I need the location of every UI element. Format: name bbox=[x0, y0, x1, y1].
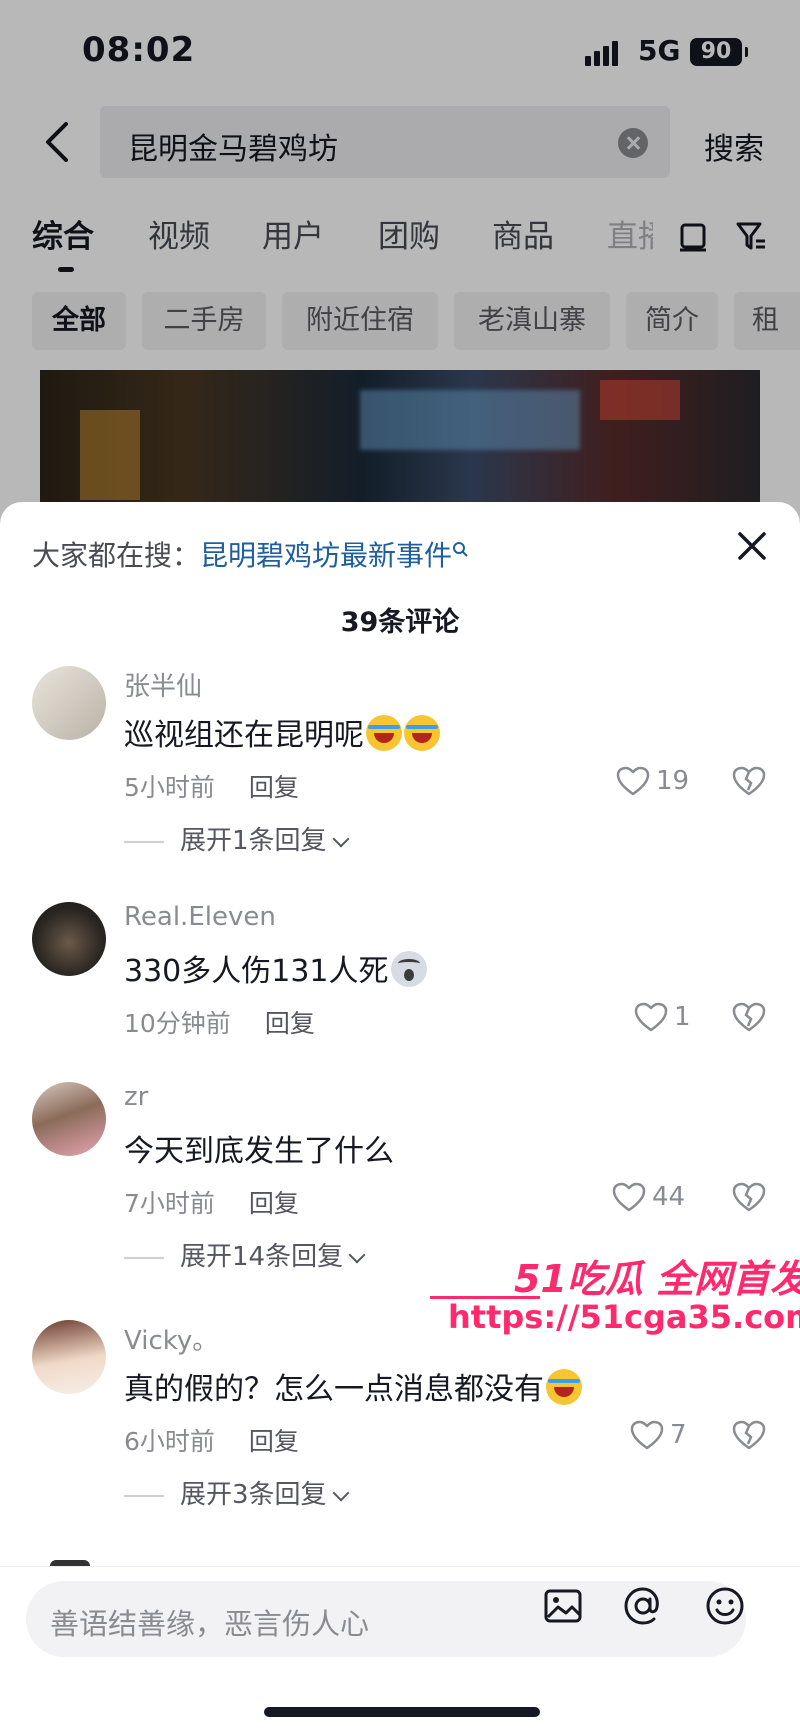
reply-button[interactable]: 回复 bbox=[249, 773, 299, 802]
comment-meta: 10分钟前 回复 bbox=[124, 1004, 315, 1040]
comment-username[interactable]: Vicky。 bbox=[124, 1320, 218, 1357]
comment-time: 10分钟前 bbox=[124, 1009, 231, 1038]
avatar[interactable] bbox=[32, 666, 106, 740]
like-count: 19 bbox=[656, 766, 690, 796]
avatar[interactable] bbox=[32, 1082, 106, 1156]
chevron-down-icon bbox=[332, 1484, 350, 1502]
comment-meta: 5小时前 回复 bbox=[124, 768, 299, 804]
at-icon[interactable] bbox=[622, 1585, 664, 1627]
comment-username[interactable]: zr bbox=[124, 1082, 148, 1112]
like-count: 7 bbox=[670, 1420, 687, 1450]
comment-count: 39条评论 bbox=[340, 607, 460, 638]
heart-icon bbox=[616, 766, 650, 796]
comment-meta: 7小时前 回复 bbox=[124, 1184, 299, 1220]
comment-text: 巡视组还在昆明呢 bbox=[124, 710, 440, 754]
watermark-title: 51吃瓜 全网首发 bbox=[514, 1257, 800, 1301]
overlay-dim[interactable] bbox=[0, 0, 800, 520]
like-count: 1 bbox=[674, 1002, 691, 1032]
reply-button[interactable]: 回复 bbox=[265, 1009, 315, 1038]
heart-icon bbox=[634, 1002, 668, 1032]
comment-meta: 6小时前 回复 bbox=[124, 1422, 299, 1458]
heart-icon bbox=[612, 1182, 646, 1212]
comment-username[interactable]: 张半仙 bbox=[124, 666, 202, 703]
heart-icon bbox=[630, 1420, 664, 1450]
avatar[interactable] bbox=[32, 902, 106, 976]
watermark-url: https://51cga35.com bbox=[448, 1298, 800, 1336]
reply-button[interactable]: 回复 bbox=[249, 1427, 299, 1456]
comment-sheet: 大家都在搜：昆明碧鸡坊最新事件 39条评论 张半仙 巡视组还在昆明呢 5小时前回… bbox=[0, 502, 800, 1733]
hot-search-hint: 大家都在搜：昆明碧鸡坊最新事件 bbox=[32, 534, 470, 574]
emoji-icon[interactable] bbox=[704, 1585, 746, 1627]
crying-emoji-icon bbox=[546, 1369, 582, 1405]
chevron-down-icon bbox=[332, 830, 350, 848]
reply-button[interactable]: 回复 bbox=[249, 1189, 299, 1218]
comment-input-placeholder: 善语结善缘，恶言伤人心 bbox=[50, 1607, 370, 1641]
comment-time: 7小时前 bbox=[124, 1189, 215, 1218]
broken-heart-icon[interactable] bbox=[732, 1002, 766, 1032]
comment-time: 6小时前 bbox=[124, 1427, 215, 1456]
comment-username[interactable]: Real.Eleven bbox=[124, 902, 276, 932]
comment-input-bar: 善语结善缘，恶言伤人心 bbox=[0, 1566, 800, 1679]
broken-heart-icon[interactable] bbox=[732, 766, 766, 796]
expand-replies[interactable]: 展开14条回复 bbox=[124, 1236, 366, 1273]
home-indicator bbox=[264, 1707, 540, 1717]
laugh-cry-emoji-icon bbox=[366, 715, 402, 751]
close-icon[interactable] bbox=[734, 528, 770, 564]
watermark: 51吃瓜 全网首发 https://51cga35.com bbox=[430, 1257, 800, 1348]
comment-text: 今天到底发生了什么 bbox=[124, 1134, 394, 1169]
comment-time: 5小时前 bbox=[124, 773, 215, 802]
broken-heart-icon[interactable] bbox=[732, 1420, 766, 1450]
search-icon bbox=[453, 542, 468, 557]
hot-search-label: 大家都在搜： bbox=[32, 539, 201, 572]
shocked-emoji-icon bbox=[390, 951, 427, 987]
comment-text: 真的假的？怎么一点消息都没有 bbox=[124, 1364, 582, 1408]
expand-replies[interactable]: 展开1条回复 bbox=[124, 820, 350, 857]
broken-heart-icon[interactable] bbox=[732, 1182, 766, 1212]
expand-replies[interactable]: 展开3条回复 bbox=[124, 1474, 350, 1511]
comment-text: 330多人伤131人死 bbox=[124, 946, 427, 990]
image-icon[interactable] bbox=[542, 1585, 584, 1627]
like-count: 44 bbox=[652, 1182, 686, 1212]
laugh-cry-emoji-icon bbox=[404, 715, 440, 751]
avatar[interactable] bbox=[32, 1320, 106, 1394]
chevron-down-icon bbox=[348, 1246, 366, 1264]
hot-search-link[interactable]: 昆明碧鸡坊最新事件 bbox=[200, 539, 452, 572]
